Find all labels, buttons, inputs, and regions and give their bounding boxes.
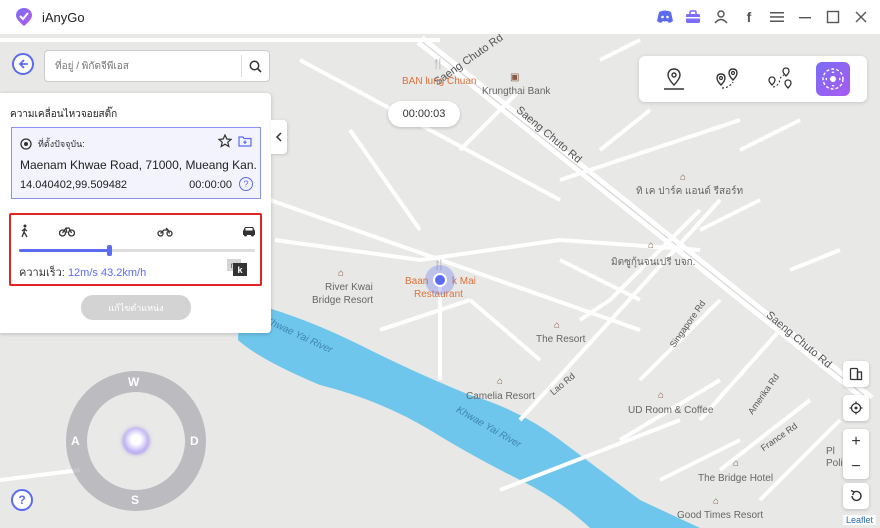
- facebook-icon[interactable]: f: [740, 8, 758, 26]
- joystick-knob[interactable]: [123, 428, 149, 454]
- joystick-panel: ความเคลื่อนไหวจอยสติ๊ก ที่ตั้งปัจจุบัน: …: [0, 93, 271, 333]
- label-krungthai-bank: Krungthai Bank: [482, 86, 551, 97]
- hotel-icon: ⌂: [658, 390, 665, 401]
- speed-readout: ความเร็ว: 12m/s 43.2km/h: [19, 263, 146, 281]
- current-time: 00:00:00: [189, 179, 232, 191]
- joystick-east[interactable]: D: [190, 434, 199, 448]
- label-tk-park: ทิ เค ปาร์ค แอนด์ รีสอร์ท: [636, 186, 744, 197]
- restaurant-icon: 🍴: [432, 59, 445, 70]
- discord-icon[interactable]: [656, 8, 674, 26]
- hotel-icon: ⌂: [497, 376, 504, 387]
- hotel-icon: ⌂: [680, 172, 687, 183]
- user-icon[interactable]: [712, 8, 730, 26]
- label-pl-2: Poli: [826, 458, 843, 469]
- toolbox-icon[interactable]: [684, 8, 702, 26]
- help-icon[interactable]: ?: [239, 177, 253, 191]
- save-folder-icon[interactable]: [238, 134, 252, 148]
- current-location-label: ที่ตั้งปัจจุบัน:: [38, 139, 85, 149]
- teleport-mode-button[interactable]: [657, 62, 691, 96]
- speed-slider-fill: [19, 249, 109, 252]
- shop-icon: ⌂: [648, 240, 655, 251]
- current-location-marker: [425, 265, 455, 295]
- panel-title: ความเคลื่อนไหวจอยสติ๊ก: [10, 109, 118, 120]
- device-icon: [849, 367, 863, 381]
- label-good-times: Good Times Resort: [677, 510, 764, 521]
- crosshair-icon: [849, 401, 863, 415]
- label-bridge-hotel: The Bridge Hotel: [698, 473, 774, 484]
- label-baan-mai-post: k Mai: [452, 276, 476, 287]
- zoom-out-button[interactable]: −: [843, 454, 869, 479]
- hotel-icon: ⌂: [733, 458, 740, 469]
- collapse-panel-button[interactable]: [271, 120, 287, 154]
- menu-icon[interactable]: [768, 8, 786, 26]
- label-river-kwai-1: River Kwai: [325, 282, 373, 293]
- car-icon[interactable]: [241, 223, 257, 239]
- teleport-icon: [663, 68, 684, 90]
- search-icon[interactable]: [241, 55, 269, 77]
- multi-spot-icon: [767, 67, 792, 89]
- arrow-left-icon: [18, 59, 28, 69]
- close-icon[interactable]: [852, 8, 870, 26]
- speed-label: ความเร็ว:: [19, 267, 65, 279]
- elapsed-timer: 00:00:03: [388, 101, 460, 127]
- help-button[interactable]: ?: [11, 489, 33, 511]
- app-logo-icon: [16, 8, 32, 26]
- hotel-icon: ⌂: [713, 496, 720, 507]
- walk-icon[interactable]: [19, 223, 31, 239]
- joystick-north[interactable]: W: [128, 375, 139, 389]
- zoom-control: + −: [843, 429, 869, 479]
- zoom-in-button[interactable]: +: [843, 429, 869, 454]
- motorcycle-icon[interactable]: [157, 223, 173, 239]
- minimize-icon[interactable]: [796, 8, 814, 26]
- joystick-mode-button[interactable]: [815, 62, 850, 96]
- maximize-icon[interactable]: [824, 8, 842, 26]
- label-camelia: Camelia Resort: [466, 391, 535, 402]
- mode-toolbar: [639, 56, 867, 102]
- current-coordinates: 14.040402,99.509482: [20, 179, 128, 191]
- two-spot-icon: [715, 68, 738, 89]
- joystick[interactable]: W S A D: [66, 371, 206, 511]
- target-icon: [20, 138, 32, 150]
- label-pl-1: Pl: [826, 446, 835, 457]
- speed-slider-thumb[interactable]: [106, 245, 112, 256]
- app-title: iAnyGo: [42, 9, 85, 25]
- title-bar: iAnyGo f: [0, 0, 880, 34]
- map-attribution[interactable]: Leaflet: [842, 515, 876, 525]
- locate-button[interactable]: [843, 395, 869, 421]
- star-icon[interactable]: [218, 134, 232, 148]
- current-location-card: ที่ตั้งปัจจุบัน: Maenam Khwae Road, 7100…: [11, 127, 261, 199]
- joystick-south[interactable]: S: [131, 493, 139, 507]
- speed-slider[interactable]: [19, 245, 255, 256]
- bank-icon: ▣: [510, 72, 520, 83]
- label-ud-room: UD Room & Coffee: [628, 405, 714, 416]
- multi-spot-mode-button[interactable]: [763, 62, 797, 96]
- hotel-icon: ⌂: [554, 320, 561, 331]
- back-button[interactable]: [12, 53, 34, 75]
- label-mitchuchon: มิตซูกุ้นจนเปรี บจก.: [611, 257, 696, 268]
- modify-location-button[interactable]: แก้ไขตำแหน่ง: [81, 295, 191, 320]
- joystick-west[interactable]: A: [71, 434, 80, 448]
- two-spot-mode-button[interactable]: [710, 62, 744, 96]
- search-box: [44, 50, 270, 82]
- refresh-icon: [850, 489, 862, 502]
- label-river-kwai-2: Bridge Resort: [312, 295, 374, 306]
- bicycle-icon[interactable]: [59, 223, 75, 239]
- hotel-icon: ⌂: [338, 268, 345, 279]
- search-input[interactable]: [45, 51, 241, 81]
- current-address: Maenam Khwae Road, 71000, Mueang Kan...: [20, 158, 256, 172]
- device-button[interactable]: [843, 361, 869, 387]
- unit-toggle[interactable]: m k: [227, 259, 247, 276]
- joystick-icon: [821, 68, 844, 90]
- label-the-resort: The Resort: [536, 334, 586, 345]
- unit-k[interactable]: k: [233, 263, 247, 276]
- speed-value: 12m/s 43.2km/h: [67, 267, 147, 279]
- chevron-left-icon: [275, 132, 282, 142]
- refresh-button[interactable]: [843, 483, 869, 509]
- speed-control: ความเร็ว: 12m/s 43.2km/h m k: [9, 213, 262, 286]
- label-ban-lung-chuan: BAN lung Chuan: [402, 76, 477, 87]
